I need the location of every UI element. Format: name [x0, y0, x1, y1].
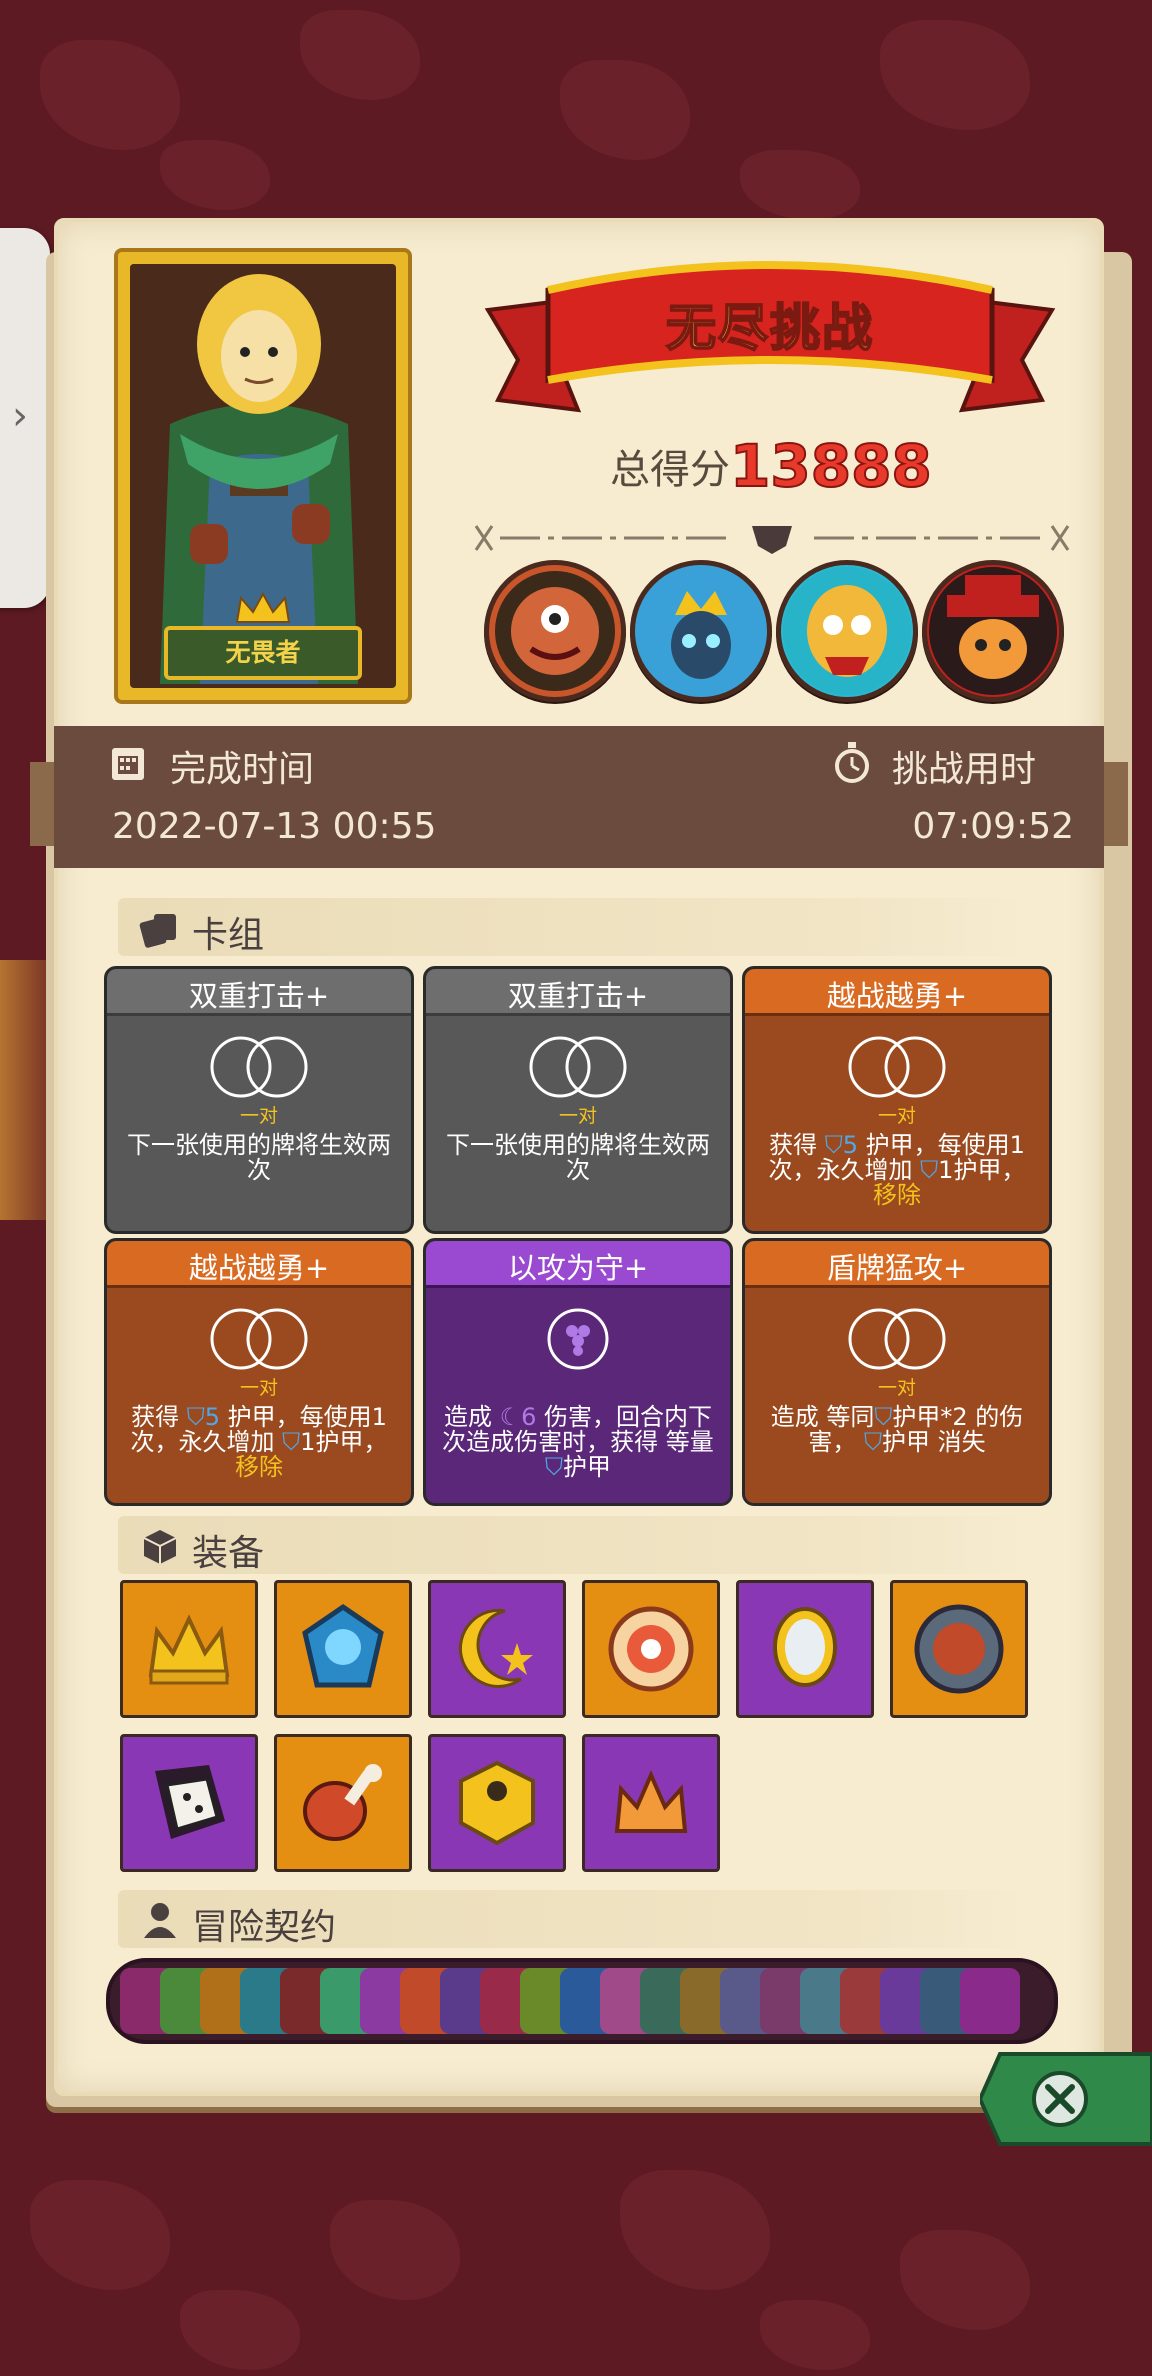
shield-icon: ⛉ [920, 1156, 939, 1184]
card-description: 造成 等同⛉护甲*2 的伤害， ⛉护甲 消失 [770, 1403, 1024, 1456]
person-icon [144, 1903, 176, 1938]
pair-rings-icon [529, 1036, 627, 1098]
total-score: 总得分13888 [610, 431, 1030, 502]
bar-end-left [30, 762, 54, 846]
card-description: 获得 ⛉5 护甲，每使用1次，永久增加 ⛉1护甲， 移除 [768, 1131, 1026, 1209]
box-icon [143, 1530, 177, 1564]
card-double-strike[interactable]: 双重打击+ 一对 下一张使用的牌将生效两次 [423, 966, 733, 1234]
shield-icon: ⛉ [186, 1403, 205, 1431]
duration-label: 挑战用时 [892, 749, 1037, 790]
card-description: 下一张使用的牌将生效两次 [127, 1131, 391, 1184]
score-value: 13888 [729, 431, 933, 501]
section-equipment: 装备 [118, 1516, 1034, 1574]
boss-masked-beast-icon [776, 560, 918, 702]
hero-portrait: 无畏者 [114, 248, 412, 704]
shield-icon: ⛉ [824, 1131, 843, 1159]
side-drawer-tab[interactable]: › [0, 228, 50, 608]
completion-value: 2022-07-13 00:55 [112, 806, 437, 847]
contract-token-icon [960, 1968, 1020, 2034]
score-label: 总得分 [610, 447, 730, 493]
meat-leg-icon[interactable] [274, 1734, 412, 1872]
card-title: 双重打击+ [507, 979, 649, 1013]
grape-icon [547, 1308, 609, 1370]
section-deck: 卡组 [118, 898, 1034, 956]
card-pair-label: 一对 [877, 1105, 916, 1127]
flame-crown-icon[interactable] [582, 1734, 720, 1872]
pair-rings-icon [210, 1308, 308, 1370]
moon-star-icon[interactable] [428, 1580, 566, 1718]
defeated-bosses [484, 560, 1064, 702]
shield-icon: ⛉ [282, 1428, 301, 1456]
section-contract: 冒险契约 [118, 1890, 1034, 1948]
card-title: 越战越勇+ [826, 979, 968, 1013]
shield-icon: ⛉ [864, 1428, 882, 1456]
boss-red-hat-icon [922, 560, 1064, 702]
section-equipment-label: 装备 [192, 1533, 265, 1574]
hero-portrait-frame: 无畏者 [130, 264, 396, 688]
bar-end-right [1104, 762, 1128, 846]
card-title: 盾牌猛攻+ [826, 1251, 968, 1285]
card-description: 造成 ☾6 伤害，回合内下次造成伤害时，获得 等量 ⛉护甲 [442, 1403, 714, 1481]
card-title: 越战越勇+ [188, 1251, 330, 1285]
close-button[interactable] [980, 2050, 1152, 2148]
boss-cyclops-icon [484, 560, 626, 702]
card-title: 以攻为守+ [507, 1251, 649, 1285]
card-pair-label: 一对 [558, 1105, 597, 1127]
card-braver-in-battle[interactable]: 越战越勇+ 一对 获得 ⛉5 护甲，每使用1次，永久增加 ⛉1护甲， 移除 [742, 966, 1052, 1234]
section-deck-label: 卡组 [192, 915, 265, 956]
contract-strip[interactable] [106, 1958, 1058, 2044]
time-info-bar: 完成时间 2022-07-13 00:55 挑战用时 07:09:52 [30, 726, 1128, 868]
hero-title: 无畏者 [164, 626, 362, 680]
eye-medallion-icon[interactable] [582, 1580, 720, 1718]
gold-crown-icon[interactable] [120, 1580, 258, 1718]
card-pair-label: 一对 [877, 1377, 916, 1399]
card-title: 双重打击+ [188, 979, 330, 1013]
boss-divider [474, 525, 1070, 554]
duration-value: 07:09:52 [912, 806, 1074, 847]
ornate-mirror-icon[interactable] [736, 1580, 874, 1718]
card-pair-label: 一对 [239, 1377, 278, 1399]
cracked-dice-icon[interactable] [120, 1734, 258, 1872]
card-double-strike[interactable]: 双重打击+ 一对 下一张使用的牌将生效两次 [104, 966, 414, 1234]
round-shield-icon[interactable] [890, 1580, 1028, 1718]
shield-icon: ⛉ [545, 1453, 563, 1481]
cards-icon [139, 914, 176, 948]
mode-title: 无尽挑战 [665, 298, 874, 358]
stopwatch-icon [835, 742, 869, 783]
card-attack-as-defense[interactable]: 以攻为守+ 造成 ☾6 伤害，回合内下次造成伤害时，获得 等量 ⛉护甲 [423, 1238, 733, 1506]
section-contract-label: 冒险契约 [192, 1907, 337, 1948]
card-description: 下一张使用的牌将生效两次 [446, 1131, 710, 1184]
mode-banner: 无尽挑战 [478, 250, 1062, 425]
pair-rings-icon [848, 1036, 946, 1098]
card-shield-bash[interactable]: 盾牌猛攻+ 一对 造成 等同⛉护甲*2 的伤害， ⛉护甲 消失 [742, 1238, 1052, 1506]
card-pair-label: 一对 [239, 1105, 278, 1127]
chevron-right-icon: › [12, 393, 28, 439]
golden-dice-icon[interactable] [428, 1734, 566, 1872]
completion-label: 完成时间 [170, 749, 315, 790]
shield-icon: ⛉ [874, 1403, 893, 1431]
pair-rings-icon [848, 1308, 946, 1370]
boss-skull-king-icon [630, 560, 772, 702]
crown-icon [235, 592, 291, 623]
blue-gem-amulet-icon[interactable] [274, 1580, 412, 1718]
card-braver-in-battle[interactable]: 越战越勇+ 一对 获得 ⛉5 护甲，每使用1次，永久增加 ⛉1护甲， 移除 [104, 1238, 414, 1506]
card-description: 获得 ⛉5 护甲，每使用1次，永久增加 ⛉1护甲， 移除 [130, 1403, 388, 1481]
calendar-icon [112, 748, 144, 780]
moon-icon: ☾ [499, 1403, 522, 1431]
pair-rings-icon [210, 1036, 308, 1098]
